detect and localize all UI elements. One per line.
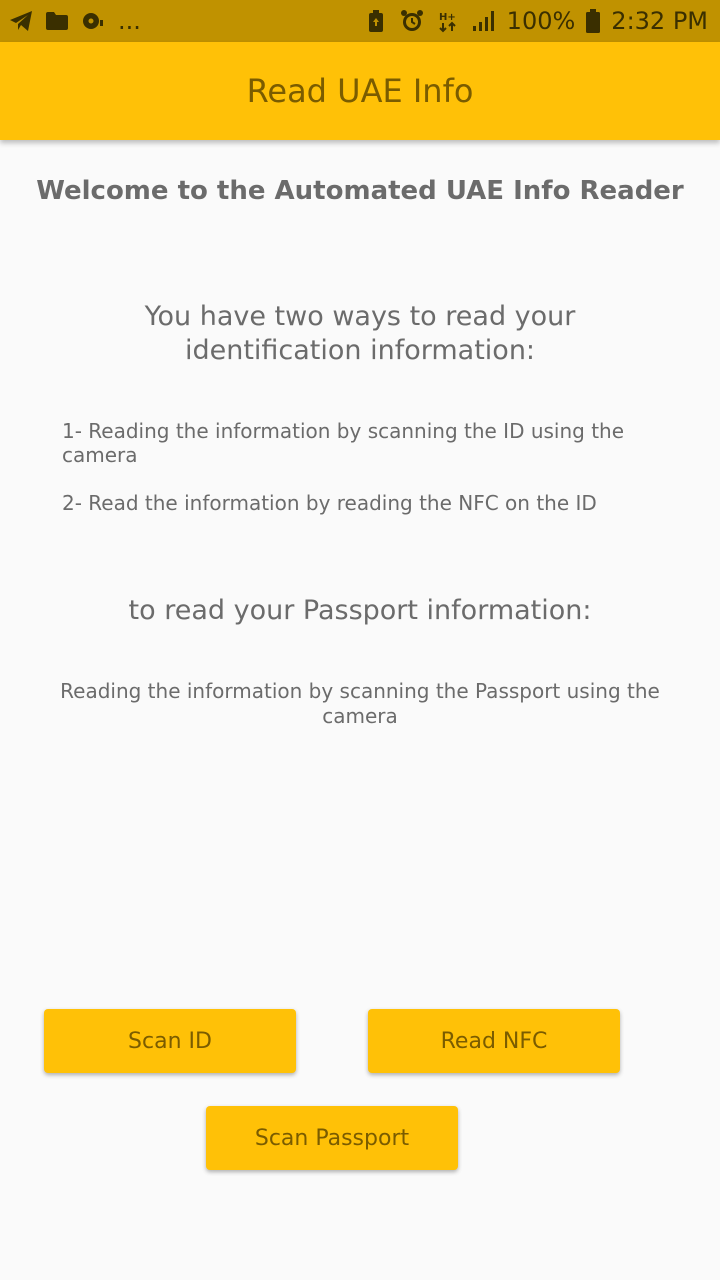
folder-icon: [44, 8, 70, 34]
status-bar: ... H+ 100% 2:32 PM: [0, 0, 720, 42]
app-bar: Read UAE Info: [0, 42, 720, 140]
scan-id-button[interactable]: Scan ID: [44, 1009, 296, 1073]
battery-saver-icon: [363, 8, 389, 34]
signal-icon: [471, 8, 497, 34]
battery-percent: 100%: [506, 7, 576, 35]
alarm-icon: [399, 8, 425, 34]
id-methods-heading: You have two ways to read your identific…: [144, 301, 576, 366]
hplus-data-icon: H+: [435, 8, 461, 34]
media-icon: [80, 8, 106, 34]
status-time: 2:32 PM: [611, 7, 708, 35]
method-item-camera: 1- Reading the information by scanning t…: [62, 419, 625, 467]
status-overflow-dots: ...: [118, 7, 141, 35]
status-bar-left: ...: [8, 8, 141, 34]
svg-text:H+: H+: [439, 12, 456, 23]
method-item-nfc: 2- Read the information by reading the N…: [62, 491, 597, 515]
passport-heading: to read your Passport information:: [128, 595, 592, 626]
app-title: Read UAE Info: [246, 72, 474, 110]
telegram-icon: [8, 8, 34, 34]
read-nfc-button[interactable]: Read NFC: [368, 1009, 620, 1073]
battery-icon: [585, 8, 601, 34]
welcome-heading: Welcome to the Automated UAE Info Reader: [36, 176, 684, 206]
status-bar-right: H+ 100% 2:32 PM: [363, 7, 708, 35]
scan-passport-button[interactable]: Scan Passport: [206, 1106, 458, 1170]
passport-description: Reading the information by scanning the …: [60, 679, 660, 728]
